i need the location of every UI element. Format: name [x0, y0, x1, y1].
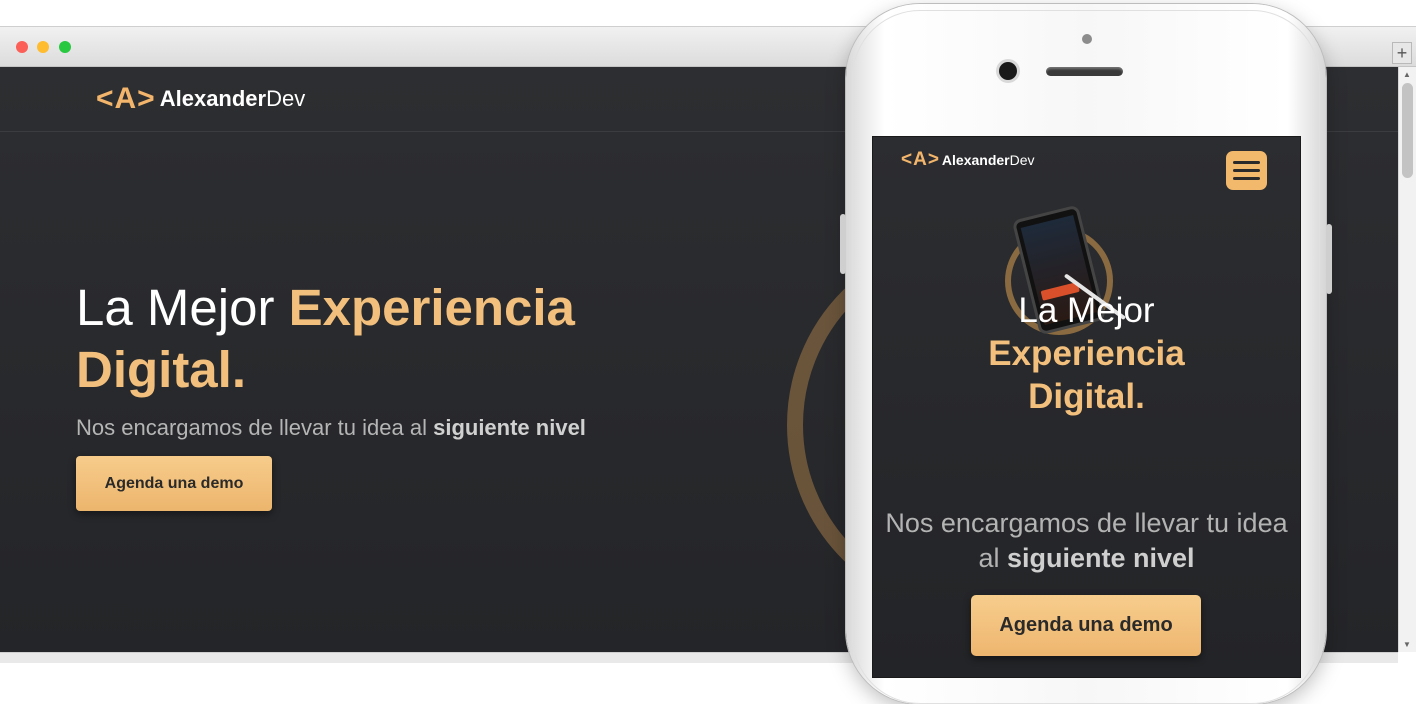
logo-name-light: Dev — [266, 86, 306, 111]
phone-camera-icon — [999, 62, 1017, 80]
logo-name-bold: Alexander — [159, 86, 267, 111]
mobile-hero-title-plain: La Mejor — [1018, 291, 1155, 330]
maximize-window-button[interactable] — [59, 41, 71, 53]
scrollbar-thumb[interactable] — [1402, 83, 1413, 178]
close-window-button[interactable] — [16, 41, 28, 53]
mobile-logo-mark-icon: <A> — [901, 149, 940, 170]
hero-subtitle: Nos encargamos de llevar tu idea al sigu… — [76, 415, 586, 441]
schedule-demo-button[interactable]: Agenda una demo — [76, 456, 272, 511]
site-logo[interactable]: <A> AlexanderDev — [96, 82, 306, 115]
mobile-screen: <A> AlexanderDev La Mejor Experiencia Digi… — [872, 136, 1301, 678]
vertical-scrollbar[interactable]: ▲ ▼ — [1398, 67, 1416, 652]
mobile-hero-title-accent-second: Digital. — [1028, 377, 1145, 416]
hero-subtitle-bold: siguiente nivel — [433, 415, 586, 440]
phone-power-button — [1326, 224, 1332, 294]
mobile-logo-name-light: Dev — [1009, 152, 1035, 168]
logo-text: AlexanderDev — [160, 86, 306, 112]
hamburger-menu-icon[interactable] — [1226, 151, 1267, 190]
logo-mark-icon: <A> — [96, 82, 156, 115]
menu-line — [1233, 161, 1260, 164]
phone-volume-button — [840, 214, 846, 274]
mobile-hero-title: La Mejor Experiencia Digital. — [873, 289, 1300, 418]
mobile-hero-subtitle-bold: siguiente nivel — [1006, 543, 1195, 573]
new-tab-button[interactable]: + — [1392, 42, 1412, 64]
hero-subtitle-plain: Nos encargamos de llevar tu idea al — [76, 415, 434, 440]
menu-line — [1233, 177, 1260, 180]
scroll-down-arrow-icon[interactable]: ▼ — [1403, 640, 1411, 649]
mobile-logo-name-bold: Alexander — [941, 152, 1010, 168]
phone-mockup: <A> AlexanderDev La Mejor Experiencia Digi… — [840, 4, 1332, 704]
hero-title-plain: La Mejor — [76, 279, 289, 336]
scroll-up-arrow-icon[interactable]: ▲ — [1403, 70, 1411, 79]
menu-line — [1233, 169, 1260, 172]
hero-title-accent-second: Digital. — [76, 341, 247, 398]
phone-speaker-icon — [1046, 67, 1123, 76]
mobile-hero-title-accent: Experiencia — [988, 334, 1185, 373]
mobile-hero-subtitle: Nos encargamos de llevar tu idea al sigu… — [873, 506, 1300, 576]
hero-title-accent: Experiencia — [288, 279, 575, 336]
minimize-window-button[interactable] — [37, 41, 49, 53]
hero-title: La Mejor Experiencia Digital. — [76, 277, 575, 401]
phone-sensor-icon — [1082, 34, 1092, 44]
mobile-site-logo[interactable]: <A> AlexanderDev — [901, 149, 1035, 171]
mobile-schedule-demo-button[interactable]: Agenda una demo — [971, 595, 1201, 656]
mobile-logo-text: AlexanderDev — [942, 152, 1035, 168]
